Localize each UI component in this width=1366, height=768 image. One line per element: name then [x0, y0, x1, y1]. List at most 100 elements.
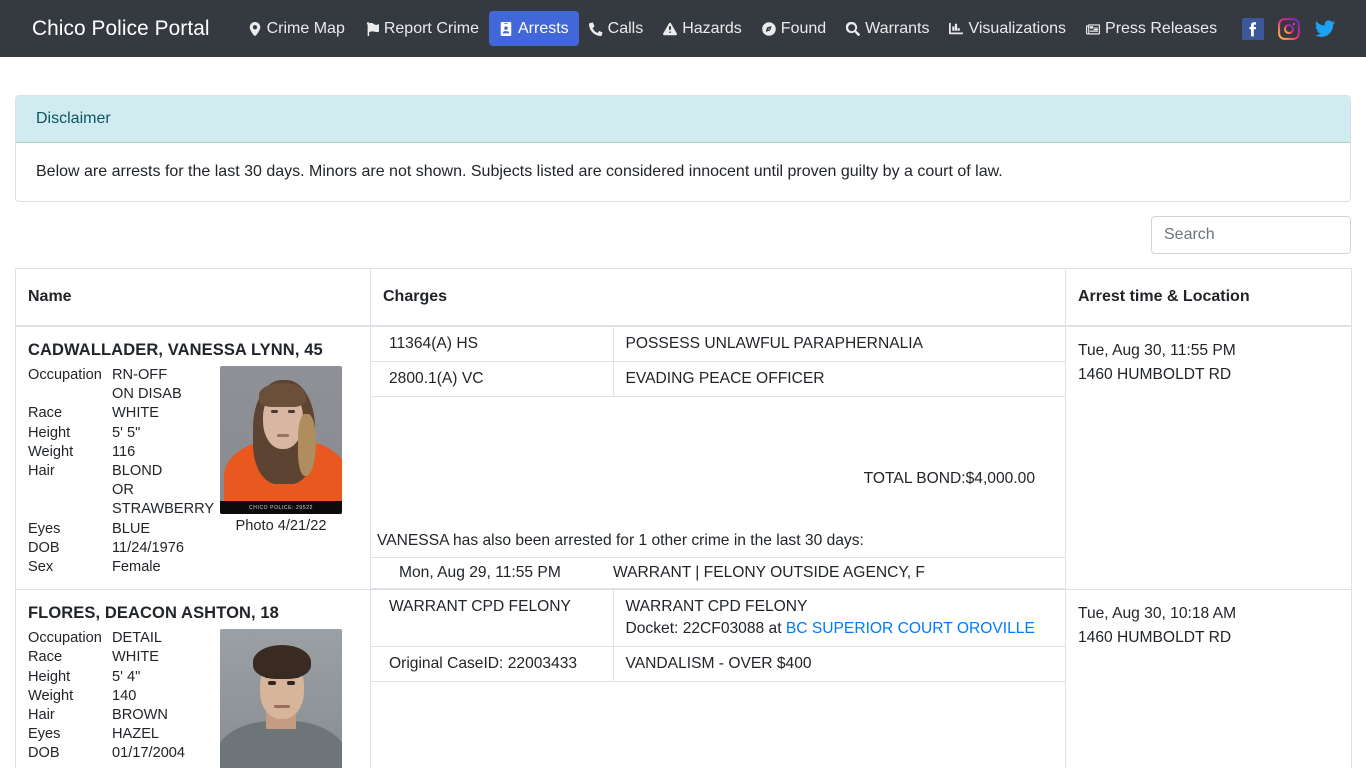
nav-item-label: Warrants [865, 19, 930, 37]
attribute-value: WHITE [112, 405, 160, 422]
charge-code: Original CaseID: 22003433 [371, 646, 614, 683]
attribute-value: 5' 4" [112, 668, 141, 685]
attribute-value: 140 [112, 687, 137, 704]
phone-icon [588, 22, 603, 36]
charge-description: EVADING PEACE OFFICER [613, 361, 1065, 397]
attribute-key: Weight [28, 443, 74, 460]
person-name: CADWALLADER, VANESSA LYNN, 45 [28, 341, 323, 359]
facebook-icon[interactable] [1242, 17, 1264, 40]
arrests-table: Name Charges Arrest time & Location CADW… [15, 268, 1352, 768]
charge-description-text: WARRANT CPD FELONY [625, 598, 808, 616]
charge-code: 11364(A) HS [371, 327, 614, 362]
charges-inner: WARRANT CPD FELONY WARRANT CPD FELONY Do… [371, 590, 1065, 768]
attribute-value: BROWN [112, 707, 168, 724]
attribute-key: Race [28, 649, 63, 666]
mugshot-caption: Photo 4/21/22 [235, 518, 327, 534]
column-header-name[interactable]: Name [15, 268, 371, 327]
attribute-key: Height [28, 424, 71, 441]
attribute-row: Sex Female [28, 558, 218, 577]
social-links [1242, 17, 1350, 40]
attribute-value: 01/17/2004 [112, 745, 186, 762]
attribute-value: BLOND OR STRAWBERRY [112, 462, 218, 520]
nav-item-arrests[interactable]: Arrests [488, 10, 579, 47]
map-pin-icon [248, 21, 262, 36]
charge-description: POSSESS UNLAWFUL PARAPHERNALIA [613, 327, 1065, 362]
attribute-key: Height [28, 668, 71, 685]
disclaimer-header: Disclaimer [16, 96, 1350, 143]
nav-item-press-releases[interactable]: Press Releases [1076, 11, 1227, 46]
attribute-key: Sex [28, 559, 54, 576]
attribute-value-line: ON DISAB [112, 386, 182, 403]
disclaimer-body: Below are arrests for the last 30 days. … [36, 163, 1003, 180]
attribute-row: Weight 140 [28, 687, 218, 706]
court-link[interactable]: BC SUPERIOR COURT OROVILLE [786, 620, 1035, 637]
person-cell: FLORES, DEACON ASHTON, 18 Occupation DET… [15, 589, 371, 768]
column-header-charges[interactable]: Charges [370, 268, 1066, 327]
arrests-table-body: CADWALLADER, VANESSA LYNN, 45 Occupation… [15, 325, 1352, 768]
chart-icon [949, 22, 964, 36]
attribute-key: Eyes [28, 726, 61, 743]
person-cell: CADWALLADER, VANESSA LYNN, 45 Occupation… [15, 325, 371, 590]
person-body: Occupation DETAIL Race WHITE Height 5' 4… [28, 629, 358, 768]
nav-item-label: Crime Map [266, 19, 345, 37]
also-arrested-row: Mon, Aug 29, 11:55 PM WARRANT | FELONY O… [371, 557, 1065, 589]
charge-docket-line: Docket: 22CF03088 at BC SUPERIOR COURT O… [626, 618, 1054, 640]
instagram-icon[interactable] [1278, 17, 1300, 40]
column-header-arrest[interactable]: Arrest time & Location [1065, 268, 1352, 327]
arrest-time: Tue, Aug 30, 11:55 PM [1078, 342, 1236, 359]
total-bond: TOTAL BOND:$4,000.00 [863, 470, 1035, 487]
attribute-key: Occupation [28, 367, 102, 383]
attribute-row: Hair BLOND OR STRAWBERRY [28, 462, 218, 520]
charge-row: WARRANT CPD FELONY WARRANT CPD FELONY Do… [371, 590, 1065, 648]
arrest-info-cell: Tue, Aug 30, 11:55 PM 1460 HUMBOLDT RD [1065, 325, 1352, 590]
nav-item-label: Arrests [517, 19, 569, 37]
attribute-value: RN-OFF ON DISAB [112, 366, 218, 404]
attribute-row: Race WHITE [28, 648, 218, 667]
attribute-key: DOB [28, 745, 60, 762]
nav-item-report-crime[interactable]: Report Crime [355, 11, 489, 46]
attribute-row: Occupation DETAIL [28, 629, 218, 648]
arrest-location: 1460 HUMBOLDT RD [1078, 629, 1232, 647]
attribute-value: 5' 5" [112, 424, 141, 441]
charges-inner: 11364(A) HS POSSESS UNLAWFUL PARAPHERNAL… [371, 327, 1065, 589]
arrest-location: 1460 HUMBOLDT RD [1078, 366, 1232, 383]
nav-item-calls[interactable]: Calls [579, 11, 654, 46]
attribute-row: Weight 116 [28, 443, 218, 462]
mugshot-photo[interactable]: CHICO POLICE: 29522 [220, 366, 342, 514]
nav-item-warrants[interactable]: Warrants [836, 11, 939, 46]
nav-item-label: Calls [607, 19, 644, 37]
table-row: FLORES, DEACON ASHTON, 18 Occupation DET… [15, 589, 1352, 768]
attribute-value: 116 [112, 443, 136, 460]
nav-item-hazards[interactable]: Hazards [653, 11, 752, 46]
nav-items: Crime Map Report Crime Arrests Calls Haz [238, 10, 1242, 47]
nav-item-found[interactable]: Found [752, 11, 836, 46]
table-row: CADWALLADER, VANESSA LYNN, 45 Occupation… [15, 325, 1352, 590]
nav-item-crime-map[interactable]: Crime Map [238, 11, 355, 46]
attribute-value-line: OR [112, 482, 134, 499]
arrests-table-head: Name Charges Arrest time & Location [15, 268, 1352, 327]
attribute-row: Hair BROWN [28, 706, 218, 725]
attribute-row: Height 5' 4" [28, 668, 218, 687]
arrest-time: Tue, Aug 30, 10:18 AM [1078, 605, 1237, 623]
person-attributes: Occupation RN-OFF ON DISAB Race WHITE He… [28, 366, 218, 577]
attribute-value-line: BLOND [112, 463, 163, 480]
attribute-row: Eyes HAZEL [28, 725, 218, 744]
attribute-value: BLUE [112, 520, 151, 537]
charge-description: VANDALISM - OVER $400 [613, 646, 1065, 683]
attribute-value-line: RN-OFF [112, 367, 168, 383]
charges-table: WARRANT CPD FELONY WARRANT CPD FELONY Do… [371, 590, 1065, 683]
charge-code-text: 11364(A) HS [389, 335, 478, 352]
search-input[interactable] [1151, 216, 1351, 254]
attribute-row: DOB 01/17/2004 [28, 744, 218, 763]
warning-icon [663, 22, 678, 36]
charge-code-text: 2800.1(A) VC [389, 370, 484, 387]
attribute-row: Occupation RN-OFF ON DISAB [28, 366, 218, 404]
mugshot-photo[interactable] [220, 629, 342, 768]
nav-item-visualizations[interactable]: Visualizations [939, 11, 1076, 46]
twitter-icon[interactable] [1314, 18, 1336, 40]
top-navbar: Chico Police Portal Crime Map Report Cri… [0, 0, 1366, 57]
nav-item-label: Press Releases [1105, 19, 1218, 37]
search-container [15, 216, 1351, 254]
nav-item-label: Found [780, 19, 827, 37]
site-brand[interactable]: Chico Police Portal [32, 17, 210, 41]
